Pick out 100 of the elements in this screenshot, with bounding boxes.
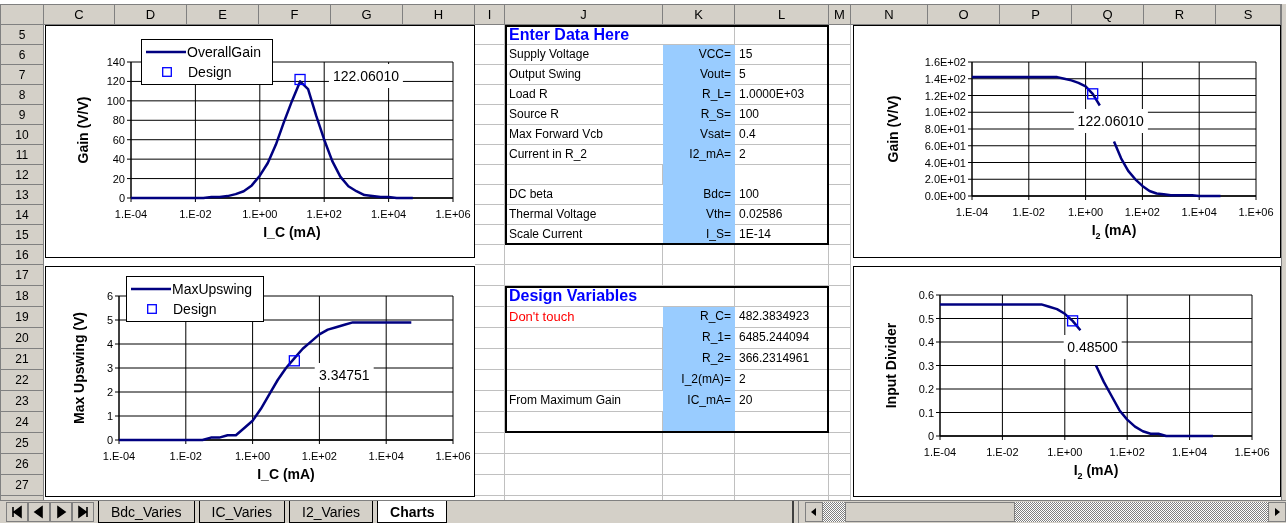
tick-label: 1.E+06 <box>1234 446 1270 458</box>
tick-label: 0 <box>927 430 934 442</box>
axis-title: Gain (V/V) <box>885 95 901 163</box>
legend-label: MaxUpswing <box>172 281 253 297</box>
row-header[interactable]: 25 <box>0 433 44 454</box>
tick-label: 0.1 <box>918 406 934 419</box>
tick-label: 3 <box>106 362 113 374</box>
column-header[interactable]: M <box>829 4 851 25</box>
column-header[interactable]: I <box>475 4 505 25</box>
table-cell: I_S= <box>663 225 735 245</box>
tick-label: 1.0E+02 <box>924 106 966 119</box>
column-header[interactable]: F <box>259 4 331 25</box>
tick-label: 1.E+04 <box>1172 446 1208 458</box>
sheet-tab[interactable]: Charts <box>377 501 448 523</box>
sheet-tab[interactable]: I2_Varies <box>289 501 374 523</box>
table-cell: Bdc= <box>663 185 735 205</box>
sheet-tab[interactable]: Bdc_Varies <box>98 501 195 523</box>
row-header[interactable]: 8 <box>0 85 44 105</box>
tick-label: 1.E+02 <box>306 208 342 220</box>
tick-label: 1.E+02 <box>1124 206 1160 218</box>
tick-label: 60 <box>112 133 125 146</box>
row-header[interactable]: 5 <box>0 25 44 45</box>
row-header[interactable]: 6 <box>0 45 44 65</box>
row-header[interactable]: 23 <box>0 391 44 412</box>
tick-label: 1.E-02 <box>1012 206 1045 218</box>
row-header[interactable]: 24 <box>0 412 44 433</box>
tick-label: 0 <box>106 434 113 446</box>
row-header[interactable]: 27 <box>0 475 44 496</box>
table-cell: I2_mA= <box>663 145 735 165</box>
axis-title: I$_{2}$ (mA) <box>1073 462 1119 483</box>
row-header[interactable]: 21 <box>0 349 44 370</box>
column-header[interactable]: R <box>1144 4 1216 25</box>
tick-label: 1.E+04 <box>1181 206 1217 218</box>
table-cell: Vth= <box>663 205 735 225</box>
column-header[interactable]: Q <box>1072 4 1144 25</box>
table-cell: 15 <box>735 45 829 65</box>
tick-label: 1.E+04 <box>368 450 404 462</box>
tick-label: 0.3 <box>918 359 934 372</box>
tick-label: 1 <box>106 410 113 422</box>
row-header[interactable]: 9 <box>0 105 44 125</box>
table-cell: 6485.244094 <box>735 328 829 349</box>
tick-label: 1.E+02 <box>301 450 337 462</box>
column-header[interactable]: D <box>115 4 187 25</box>
axis-title: Input Divider <box>883 322 899 409</box>
table-cell: 0.02586 <box>735 205 829 225</box>
table-cell: IC_mA= <box>663 391 735 412</box>
row-header[interactable]: 22 <box>0 370 44 391</box>
tick-label: 1.E+06 <box>435 450 471 462</box>
tick-label: 0.0E+00 <box>924 190 966 202</box>
row-header[interactable]: 26 <box>0 454 44 475</box>
tick-label: 1.E-04 <box>114 208 148 220</box>
tick-label: 6.0E+01 <box>924 139 966 152</box>
column-header[interactable]: E <box>187 4 259 25</box>
table-cell: 20 <box>735 391 829 412</box>
tick-label: 0.6 <box>918 289 934 301</box>
tick-label: 4.0E+01 <box>924 156 966 169</box>
row-header[interactable]: 16 <box>0 245 44 265</box>
table-cell: 366.2314961 <box>735 349 829 370</box>
row-header[interactable]: 19 <box>0 307 44 328</box>
tick-label: 1.E+00 <box>235 450 271 462</box>
table-cell: 2 <box>735 370 829 391</box>
column-header[interactable]: J <box>505 4 663 25</box>
tick-label: 4 <box>106 338 113 350</box>
tick-label: 40 <box>112 153 125 166</box>
row-header[interactable]: 14 <box>0 205 44 225</box>
column-header[interactable]: L <box>735 4 829 25</box>
column-header[interactable]: S <box>1216 4 1281 25</box>
column-header[interactable]: G <box>331 4 403 25</box>
table-cell: Vout= <box>663 65 735 85</box>
table-cell: VCC= <box>663 45 735 65</box>
column-header[interactable]: O <box>928 4 1000 25</box>
table-cell: 1.0000E+03 <box>735 85 829 105</box>
row-header[interactable]: 12 <box>0 165 44 185</box>
table-cell: 0.4 <box>735 125 829 145</box>
row-header[interactable]: 20 <box>0 328 44 349</box>
table-cell: R_L= <box>663 85 735 105</box>
row-header[interactable]: 18 <box>0 286 44 307</box>
tick-label: 0.2 <box>918 383 934 395</box>
data-label: 122.06010 <box>328 64 404 89</box>
tick-label: 80 <box>112 114 125 127</box>
column-header[interactable]: K <box>663 4 735 25</box>
row-header[interactable]: 7 <box>0 65 44 85</box>
tick-label: 1.E+00 <box>1068 206 1104 218</box>
row-header[interactable]: 15 <box>0 225 44 245</box>
axis-title: I_C (mA) <box>257 466 315 482</box>
column-header[interactable]: N <box>851 4 928 25</box>
row-header[interactable]: 17 <box>0 265 44 286</box>
table-cell: 5 <box>735 65 829 85</box>
sheet-tab[interactable]: IC_Varies <box>198 501 285 523</box>
row-header[interactable]: 11 <box>0 145 44 165</box>
column-header[interactable]: H <box>403 4 475 25</box>
tick-label: 1.E-04 <box>923 446 957 458</box>
column-header[interactable]: C <box>44 4 115 25</box>
tick-label: 100 <box>106 94 125 107</box>
row-header[interactable]: 10 <box>0 125 44 145</box>
tick-label: 1.6E+02 <box>924 56 966 68</box>
legend-label: OverallGain <box>187 44 261 60</box>
column-header[interactable]: P <box>1000 4 1072 25</box>
row-header[interactable]: 13 <box>0 185 44 205</box>
table-cell: Vsat= <box>663 125 735 145</box>
